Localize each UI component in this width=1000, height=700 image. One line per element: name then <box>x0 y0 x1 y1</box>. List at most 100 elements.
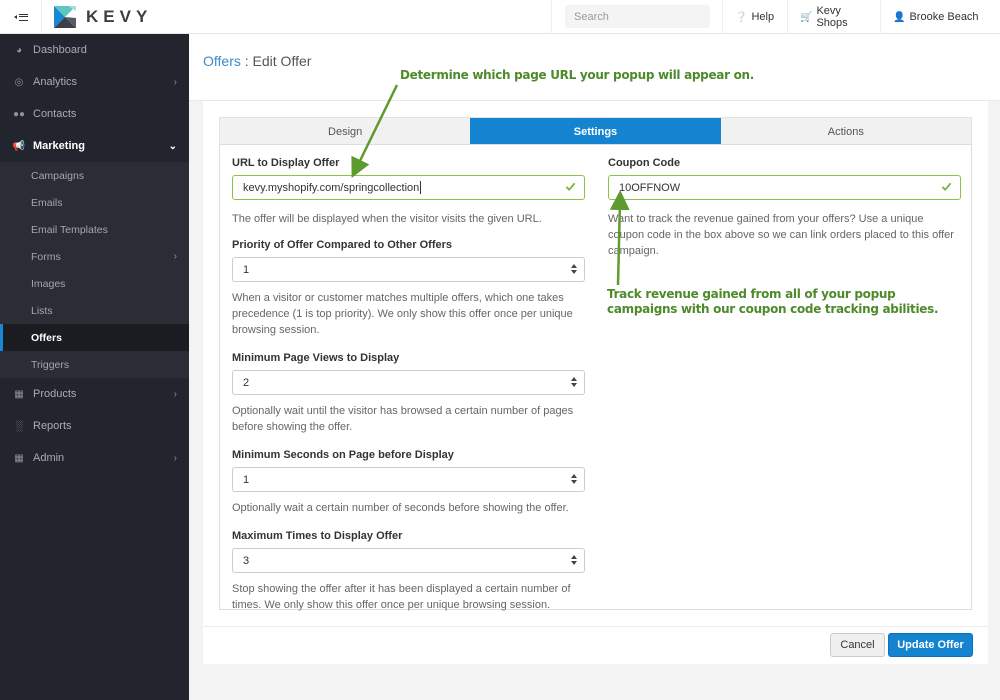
select-arrows-icon <box>571 555 577 565</box>
priority-field-group: Priority of Offer Compared to Other Offe… <box>232 239 585 338</box>
breadcrumb-offers-link[interactable]: Offers <box>203 53 241 69</box>
logo[interactable]: KEVY <box>54 6 152 28</box>
update-offer-button[interactable]: Update Offer <box>888 633 973 657</box>
search-input[interactable] <box>565 5 710 28</box>
analytics-icon: ◎ <box>14 76 24 88</box>
sidebar-item-products[interactable]: ▦ Products › <box>0 378 189 410</box>
hamburger-icon <box>18 13 28 21</box>
sidebar-item-reports[interactable]: ░ Reports <box>0 410 189 442</box>
coupon-field-group: Coupon Code 10OFFNOW Want to track the r… <box>608 157 961 259</box>
user-menu[interactable]: 👤 Brooke Beach <box>880 0 1000 34</box>
tab-settings[interactable]: Settings <box>470 118 721 145</box>
chevron-down-icon: ⌄ <box>168 140 177 152</box>
url-help: The offer will be displayed when the vis… <box>232 213 542 225</box>
sidebar-item-marketing[interactable]: 📢 Marketing ⌄ <box>0 130 189 162</box>
page-views-label: Minimum Page Views to Display <box>232 352 400 364</box>
coupon-help: Want to track the revenue gained from yo… <box>608 213 954 257</box>
cancel-button[interactable]: Cancel <box>830 633 885 657</box>
sidebar-item-campaigns[interactable]: Campaigns <box>0 162 189 189</box>
priority-value: 1 <box>243 263 250 276</box>
tab-actions[interactable]: Actions <box>721 118 971 145</box>
sidebar-item-label: Analytics <box>33 76 78 88</box>
shops-link[interactable]: 🛒 Kevy Shops <box>787 0 880 34</box>
sidebar-item-contacts[interactable]: ●● Contacts <box>0 98 189 130</box>
max-times-value: 3 <box>243 554 250 567</box>
sidebar-item-label: Dashboard <box>33 44 87 56</box>
sidebar-item-label: Images <box>31 277 66 290</box>
sidebar-item-label: Lists <box>31 304 53 317</box>
text-cursor <box>420 181 422 194</box>
seconds-select[interactable]: 1 <box>232 467 585 492</box>
max-times-help: Stop showing the offer after it has been… <box>232 583 571 611</box>
chevron-right-icon: › <box>173 251 177 262</box>
coupon-label: Coupon Code <box>608 157 681 169</box>
url-annotation: Determine which page URL your popup will… <box>400 68 755 82</box>
chevron-right-icon: › <box>173 388 177 400</box>
check-icon <box>941 182 952 192</box>
question-circle-icon: ❔ <box>735 11 748 23</box>
page-title: Edit Offer <box>252 53 312 69</box>
sidebar-item-label: Emails <box>31 196 63 209</box>
help-link[interactable]: ❔ Help <box>722 0 787 34</box>
chevron-right-icon: › <box>173 452 177 464</box>
footer-divider <box>203 626 988 627</box>
sidebar-item-label: Forms <box>31 250 61 263</box>
coupon-value: 10OFFNOW <box>619 181 681 194</box>
select-arrows-icon <box>571 264 577 274</box>
check-icon <box>565 182 576 192</box>
contacts-icon: ●● <box>12 108 26 120</box>
sidebar-item-label: Products <box>33 388 77 400</box>
select-arrows-icon <box>571 474 577 484</box>
sidebar-item-label: Campaigns <box>31 169 85 182</box>
sidebar: ◕ Dashboard ◎ Analytics › ●● Contacts 📢 … <box>0 34 189 700</box>
sidebar-item-analytics[interactable]: ◎ Analytics › <box>0 66 189 98</box>
page-views-field-group: Minimum Page Views to Display 2 Optional… <box>232 352 585 435</box>
url-label: URL to Display Offer <box>232 157 340 169</box>
sidebar-item-offers[interactable]: Offers <box>0 324 189 351</box>
cart-icon: 🛒 <box>800 11 813 23</box>
priority-help: When a visitor or customer matches multi… <box>232 292 573 336</box>
breadcrumb-separator: : <box>240 53 253 69</box>
settings-left-column: URL to Display Offer kevy.myshopify.com/… <box>232 157 585 623</box>
seconds-label: Minimum Seconds on Page before Display <box>232 449 454 461</box>
dashboard-icon: ◕ <box>15 44 23 56</box>
sidebar-item-label: Triggers <box>31 358 70 371</box>
max-times-field-group: Maximum Times to Display Offer 3 Stop sh… <box>232 530 585 613</box>
sidebar-item-triggers[interactable]: Triggers <box>0 351 189 378</box>
tab-design[interactable]: Design <box>220 118 470 145</box>
coupon-input[interactable]: 10OFFNOW <box>608 175 961 200</box>
sidebar-item-email-templates[interactable]: Email Templates <box>0 216 189 243</box>
marketing-submenu: Campaigns Emails Email Templates Forms › … <box>0 162 189 378</box>
settings-panel: URL to Display Offer kevy.myshopify.com/… <box>219 144 972 611</box>
collapse-arrow-icon <box>13 15 17 19</box>
sidebar-item-label: Marketing <box>33 140 85 152</box>
table-icon: ▦ <box>14 388 24 400</box>
sidebar-item-admin[interactable]: ▦ Admin › <box>0 442 189 474</box>
sidebar-item-dashboard[interactable]: ◕ Dashboard <box>0 34 189 66</box>
url-input[interactable]: kevy.myshopify.com/springcollection <box>232 175 585 200</box>
priority-select[interactable]: 1 <box>232 257 585 282</box>
sidebar-item-forms[interactable]: Forms › <box>0 243 189 270</box>
help-label: Help <box>751 11 775 23</box>
max-times-label: Maximum Times to Display Offer <box>232 530 403 542</box>
max-times-select[interactable]: 3 <box>232 548 585 573</box>
url-value: kevy.myshopify.com/springcollection <box>243 181 420 194</box>
user-name: Brooke Beach <box>909 11 979 23</box>
page-views-help: Optionally wait until the visitor has br… <box>232 405 574 433</box>
sidebar-item-images[interactable]: Images <box>0 270 189 297</box>
tab-bar: Design Settings Actions <box>219 117 972 145</box>
page-views-select[interactable]: 2 <box>232 370 585 395</box>
chevron-right-icon: › <box>173 76 177 88</box>
megaphone-icon: 📢 <box>12 140 26 152</box>
sidebar-item-lists[interactable]: Lists <box>0 297 189 324</box>
top-bar: KEVY ❔ Help 🛒 Kevy Shops 👤 Brooke Beach <box>0 0 1000 34</box>
sidebar-toggle-button[interactable] <box>0 0 42 34</box>
edit-offer-card: Design Settings Actions URL to Display O… <box>203 101 988 664</box>
sidebar-item-label: Admin <box>33 452 65 464</box>
grid-icon: ▦ <box>14 452 24 464</box>
sidebar-item-label: Contacts <box>33 108 77 120</box>
priority-label: Priority of Offer Compared to Other Offe… <box>232 239 453 251</box>
sidebar-item-label: Offers <box>31 331 62 344</box>
sidebar-item-emails[interactable]: Emails <box>0 189 189 216</box>
kevy-logo-icon <box>54 6 76 28</box>
